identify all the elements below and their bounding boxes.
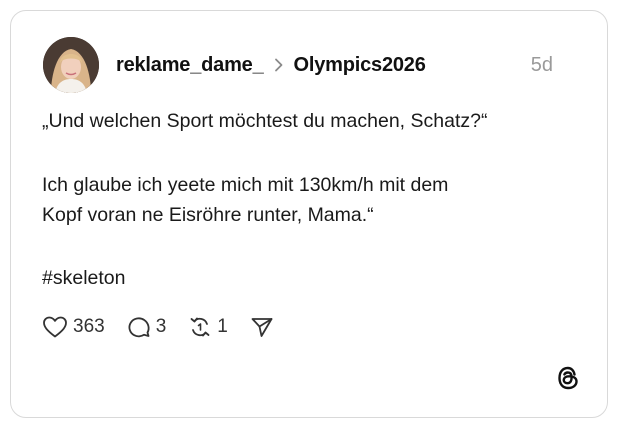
hashtag-link[interactable]: #skeleton: [42, 264, 125, 292]
post-text-line: „Und welchen Sport möchtest du machen, S…: [42, 110, 488, 132]
like-button[interactable]: 363: [42, 315, 105, 339]
heart-icon: [42, 315, 68, 339]
reply-count: 3: [155, 316, 167, 337]
threads-logo-icon: [555, 365, 581, 391]
post-card: reklame_dame_ Olympics2026 5d „Und welch…: [10, 10, 608, 418]
share-button[interactable]: [250, 315, 274, 339]
repost-icon: [188, 315, 212, 339]
chevron-right-icon: [274, 58, 284, 72]
community-link[interactable]: Olympics2026: [294, 54, 426, 77]
reply-button[interactable]: 3: [127, 315, 167, 339]
repost-button[interactable]: 1: [188, 315, 228, 339]
speech-bubble-icon: [127, 315, 151, 339]
username[interactable]: reklame_dame_: [116, 54, 264, 77]
avatar[interactable]: [43, 37, 99, 93]
post-header: reklame_dame_ Olympics2026: [116, 51, 426, 79]
action-bar: 363 3 1: [42, 314, 296, 340]
send-icon: [250, 315, 274, 339]
post-text-line: Ich glaube ich yeete mich mit 130km/h mi…: [42, 174, 449, 196]
repost-count: 1: [217, 316, 228, 337]
post-timestamp: 5d: [530, 54, 553, 76]
post-text-line: Kopf voran ne Eisröhre runter, Mama.“: [42, 204, 374, 226]
like-count: 363: [73, 316, 105, 337]
